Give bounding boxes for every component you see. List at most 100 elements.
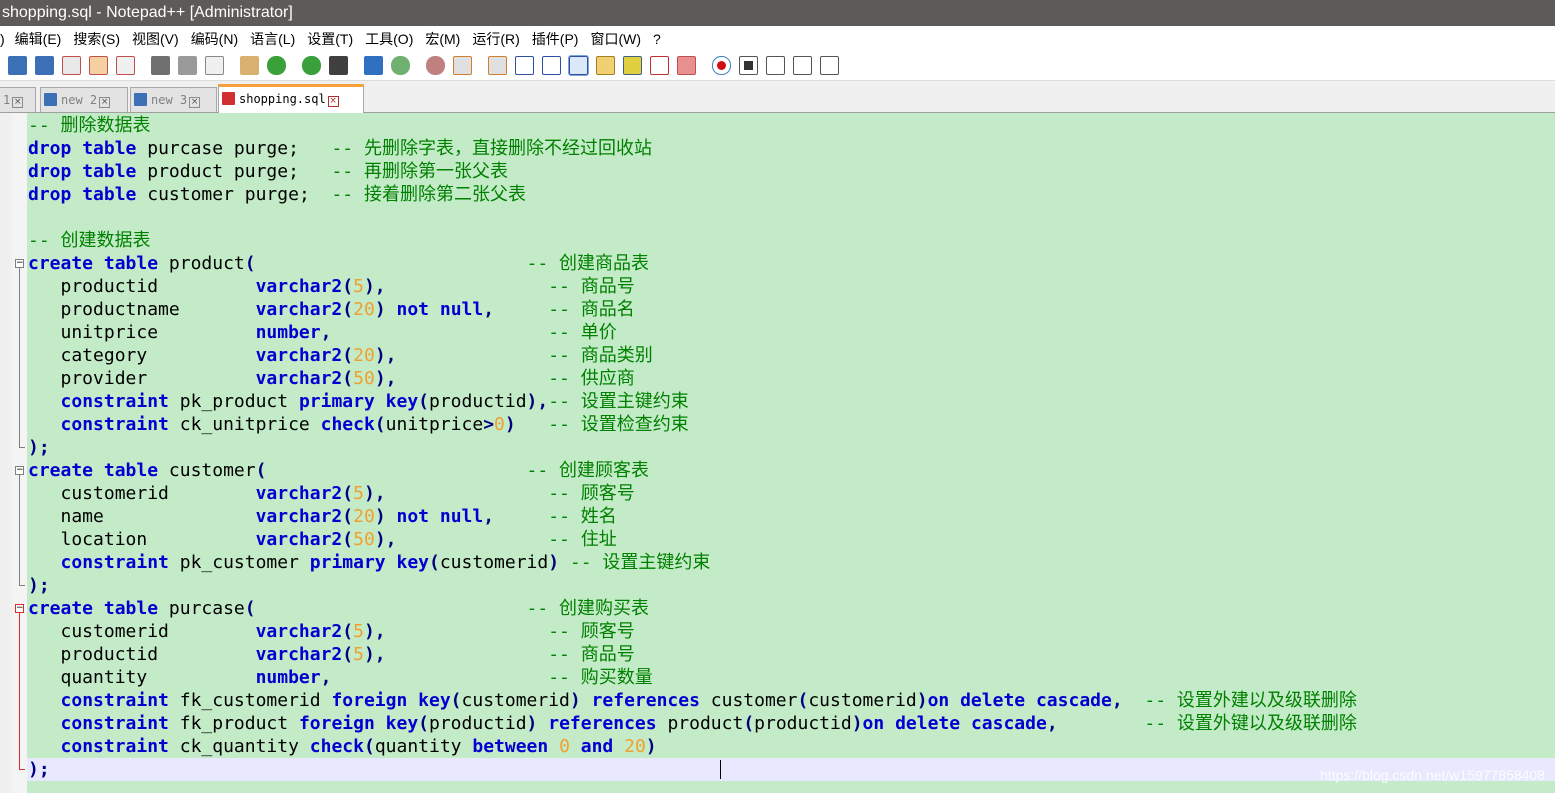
code-line[interactable]: constraint fk_customerid foreign key(cus… (28, 689, 1357, 712)
code-line[interactable]: productname varchar2(20) not null, -- 商品… (28, 298, 635, 321)
code-token: ( (342, 483, 354, 504)
code-line[interactable]: quantity number, -- 购买数量 (28, 666, 653, 689)
word-wrap-icon[interactable] (515, 56, 534, 75)
zoom-out-icon[interactable] (426, 56, 445, 75)
code-token: key (396, 552, 429, 573)
code-line[interactable]: constraint ck_quantity check(quantity be… (28, 735, 657, 758)
code-line[interactable]: provider varchar2(50), -- 供应商 (28, 367, 635, 390)
code-token: not (396, 299, 430, 320)
code-line[interactable]: drop table product purge; -- 再删除第一张父表 (28, 160, 508, 183)
tab-1[interactable]: 1 × (0, 87, 36, 112)
close-tab-icon[interactable]: × (12, 97, 24, 108)
redo-icon[interactable] (302, 56, 321, 75)
record-macro-icon[interactable] (712, 56, 731, 75)
code-token: ( (374, 414, 386, 435)
code-token: key (385, 391, 419, 412)
paste-icon[interactable] (240, 56, 259, 75)
code-line[interactable]: customerid varchar2(5), -- 顾客号 (28, 482, 635, 505)
tab-new-3[interactable]: new 3 × (130, 87, 217, 112)
sync-vertical-icon[interactable] (453, 56, 472, 75)
menu-item[interactable]: 语言(L) (244, 26, 301, 52)
code-line[interactable]: location varchar2(50), -- 住址 (28, 528, 617, 551)
code-token: not (396, 506, 430, 527)
code-line[interactable]: constraint ck_unitprice check(unitprice>… (28, 413, 689, 436)
code-line[interactable]: drop table purcase purge; -- 先删除字表，直接删除不… (28, 137, 652, 160)
fold-toggle-icon[interactable]: − (15, 259, 24, 268)
code-line[interactable]: constraint pk_customer primary key(custo… (28, 551, 711, 574)
new-file-icon[interactable] (8, 56, 27, 75)
save-all-icon[interactable] (62, 56, 81, 75)
play-macro-icon[interactable] (766, 56, 785, 75)
menu-item[interactable]: 搜索(S) (67, 26, 126, 52)
folder-workspace-icon[interactable] (650, 56, 669, 75)
close-all-icon[interactable] (116, 56, 135, 75)
replace-icon[interactable] (364, 56, 383, 75)
menu-item[interactable]: ? (647, 26, 667, 52)
save-icon[interactable] (35, 56, 54, 75)
monitoring-icon[interactable] (677, 56, 696, 75)
fold-line (19, 475, 20, 585)
menu-item[interactable]: 插件(P) (526, 26, 585, 52)
menu-item[interactable]: 窗口(W) (584, 26, 647, 52)
code-line[interactable]: productid varchar2(5), -- 商品号 (28, 643, 635, 666)
menu-item[interactable]: 工具(O) (359, 26, 419, 52)
zoom-in-icon[interactable] (391, 56, 410, 75)
menu-item[interactable]: ) (0, 26, 9, 52)
code-line[interactable]: -- 删除数据表 (28, 114, 151, 137)
code-line[interactable]: create table product( -- 创建商品表 (28, 252, 649, 275)
close-tab-icon[interactable]: × (327, 96, 339, 107)
menu-item[interactable]: 视图(V) (126, 26, 185, 52)
code-line[interactable]: productid varchar2(5), -- 商品号 (28, 275, 635, 298)
menu-item[interactable]: 编码(N) (185, 26, 244, 52)
code-line[interactable]: unitprice number, -- 单价 (28, 321, 617, 344)
doc-map-icon[interactable] (596, 56, 615, 75)
code-line[interactable]: create table purcase( -- 创建购买表 (28, 597, 649, 620)
code-line[interactable]: ); (28, 758, 50, 781)
editor[interactable]: -- 删除数据表 drop table purcase purge; -- 先删除… (0, 113, 1555, 793)
tab-new-2[interactable]: new 2 × (40, 87, 128, 112)
run-macro-multiple-icon[interactable] (793, 56, 812, 75)
code-line[interactable]: ); (28, 574, 50, 597)
print-icon[interactable] (151, 56, 170, 75)
copy-icon[interactable] (205, 56, 224, 75)
tab-shopping-sql[interactable]: shopping.sql × (218, 84, 364, 113)
code-line[interactable]: ); (28, 436, 50, 459)
code-line[interactable]: -- 创建数据表 (28, 229, 151, 252)
code-token: ) (645, 736, 657, 757)
fold-toggle-icon[interactable]: − (15, 466, 24, 475)
find-icon[interactable] (329, 56, 348, 75)
code-line[interactable]: category varchar2(20), -- 商品类别 (28, 344, 653, 367)
menu-item[interactable]: 运行(R) (466, 26, 525, 52)
stop-record-icon[interactable] (739, 56, 758, 75)
save-macro-icon[interactable] (820, 56, 839, 75)
code-token: varchar2 (255, 368, 343, 389)
sync-horizontal-icon[interactable] (488, 56, 507, 75)
code-token: -- 设置检查约束 (548, 414, 689, 435)
code-token: primary (298, 391, 375, 412)
code-token: references (591, 690, 700, 711)
close-tab-icon[interactable]: × (189, 97, 201, 108)
show-all-chars-icon[interactable] (542, 56, 561, 75)
cut-icon[interactable] (178, 56, 197, 75)
code-line[interactable]: drop table customer purge; -- 接着删除第二张父表 (28, 183, 526, 206)
code-line[interactable]: name varchar2(20) not null, -- 姓名 (28, 505, 617, 528)
code-line[interactable]: create table customer( -- 创建顾客表 (28, 459, 649, 482)
close-tab-icon[interactable]: × (99, 97, 111, 108)
menu-item[interactable]: 编辑(E) (9, 26, 68, 52)
code-line[interactable]: constraint pk_product primary key(produc… (28, 390, 689, 413)
menu-item[interactable]: 宏(M) (419, 26, 466, 52)
function-list-icon[interactable] (623, 56, 642, 75)
menu-item[interactable]: 设置(T) (301, 26, 359, 52)
fold-toggle-icon[interactable]: − (15, 604, 24, 613)
undo-icon[interactable] (267, 56, 286, 75)
code-line[interactable]: constraint fk_product foreign key(produc… (28, 712, 1357, 735)
code-line[interactable]: customerid varchar2(5), -- 顾客号 (28, 620, 635, 643)
close-icon[interactable] (89, 56, 108, 75)
code-token: customerid (439, 552, 549, 573)
indent-guide-icon[interactable] (568, 55, 589, 76)
